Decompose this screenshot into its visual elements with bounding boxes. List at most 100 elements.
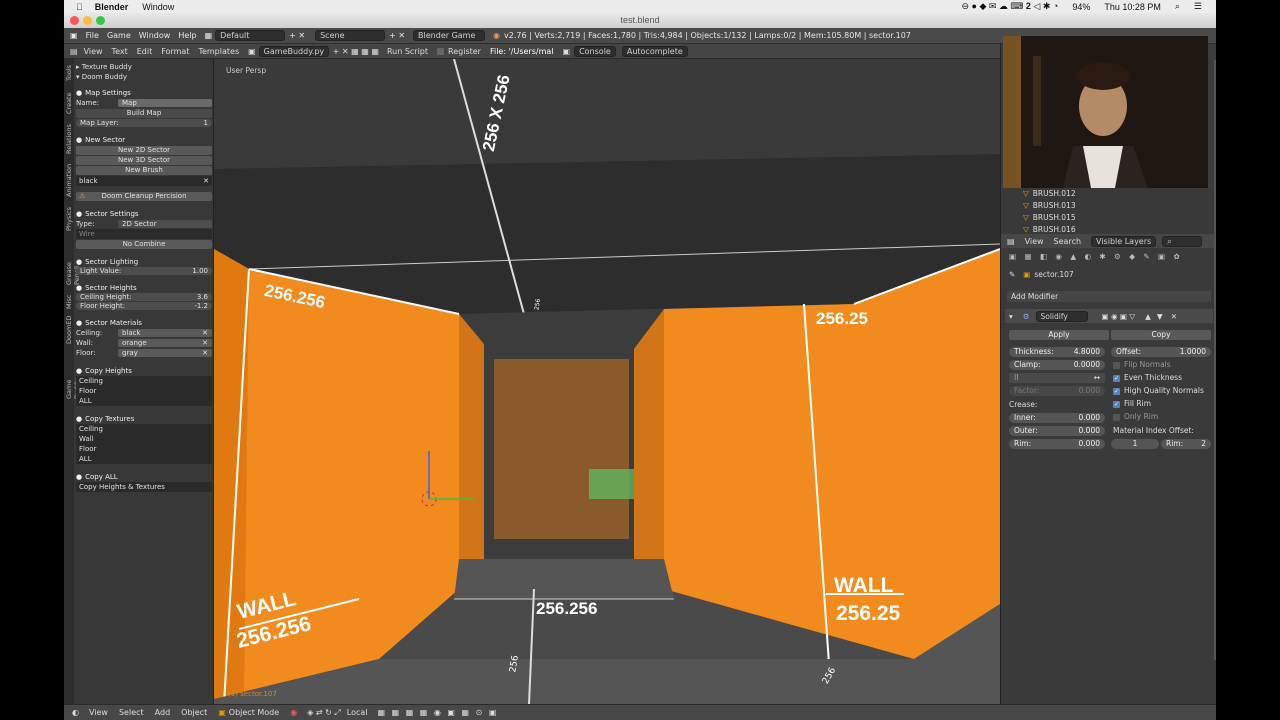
doom-cleanup-button[interactable]: ⚠ Doom Cleanup Percision	[76, 192, 212, 201]
material-offset-field[interactable]: 1	[1111, 439, 1159, 449]
local-selector[interactable]: Local	[347, 708, 368, 717]
tab-physics[interactable]: Physics	[65, 207, 73, 231]
clear-icon[interactable]: ✕	[203, 176, 209, 186]
sector-type-dropdown[interactable]: 2D Sector	[118, 220, 212, 228]
shading-icon[interactable]: ◉	[290, 708, 297, 717]
copy-textures-ceiling[interactable]: Ceiling	[76, 424, 212, 434]
add-scene-icon[interactable]: + ✕	[389, 31, 405, 40]
no-combine-toggle[interactable]: No Combine	[76, 240, 212, 249]
search-icon[interactable]: ⌕	[1175, 1, 1180, 12]
new-2d-sector-button[interactable]: New 2D Sector	[76, 146, 212, 155]
zoom-window-button[interactable]	[96, 16, 105, 25]
map-name-field[interactable]: Map	[118, 99, 212, 107]
outliner-search-field[interactable]: ⌕	[1162, 235, 1203, 247]
apple-icon[interactable]: 	[76, 2, 83, 12]
even-thickness-checkbox[interactable]: ✓ Even Thickness	[1113, 373, 1182, 383]
outliner-row[interactable]: ▽ BRUSH.012	[1001, 188, 1216, 200]
menu-templates[interactable]: Templates	[198, 47, 239, 56]
material-offset-rim-field[interactable]: Rim: 2	[1161, 439, 1211, 449]
copy-textures-floor[interactable]: Floor	[76, 444, 212, 454]
tab-doomed[interactable]: DoomED	[65, 316, 73, 344]
tab-misc[interactable]: Misc	[65, 295, 73, 309]
outliner-row[interactable]: ▽ BRUSH.015	[1001, 212, 1216, 224]
add-modifier-button[interactable]: Add Modifier	[1007, 291, 1211, 302]
console-button[interactable]: Console	[574, 45, 616, 57]
ceiling-height-field[interactable]: Ceiling Height: 3.6	[76, 293, 212, 301]
menu-text[interactable]: Text	[112, 47, 128, 56]
menu-help[interactable]: Help	[178, 31, 196, 40]
modifier-name-field[interactable]: Solidify	[1035, 310, 1088, 322]
copy-heights-all[interactable]: ALL	[76, 396, 212, 406]
outliner-row[interactable]: ▽ BRUSH.013	[1001, 200, 1216, 212]
pin-icon[interactable]: ✎	[1009, 270, 1015, 279]
wire-field[interactable]: Wire	[76, 229, 212, 239]
tab-tools[interactable]: Tools	[65, 65, 73, 81]
property-tabs[interactable]: ▣ ▦ ◧ ◉ ▲ ◐ ✱ ⚙ ◆ ✎ ▣ ✿	[1009, 252, 1183, 261]
menu-add[interactable]: Add	[155, 708, 171, 717]
floor-material-field[interactable]: gray ✕	[118, 349, 212, 357]
ceiling-material-field[interactable]: black ✕	[118, 329, 212, 337]
register-checkbox[interactable]	[437, 47, 445, 55]
wall-material-field[interactable]: orange ✕	[118, 339, 212, 347]
crease-rim-field[interactable]: Rim: 0.000	[1009, 439, 1105, 449]
remove-modifier-icon[interactable]: ✕	[1171, 312, 1177, 321]
menu-format[interactable]: Format	[161, 47, 189, 56]
engine-selector[interactable]: Blender Game	[413, 30, 486, 41]
tab-relations[interactable]: Relations	[65, 124, 73, 154]
only-rim-checkbox[interactable]: Only Rim	[1113, 412, 1158, 422]
light-value-field[interactable]: Light Value: 1.00	[76, 267, 212, 275]
move-up-icon[interactable]: ▲	[1145, 312, 1151, 321]
new-3d-sector-button[interactable]: New 3D Sector	[76, 156, 212, 165]
floor-height-field[interactable]: Floor Height: -1.2	[76, 302, 212, 310]
text-file-actions[interactable]: + ✕ ▦ ▦ ▦	[333, 47, 379, 56]
crease-inner-field[interactable]: Inner: 0.000	[1009, 413, 1105, 423]
menu-game[interactable]: Game	[107, 31, 131, 40]
vertex-group-field[interactable]: ⁝⁝ ↔	[1009, 373, 1105, 383]
high-quality-normals-checkbox[interactable]: ✓ High Quality Normals	[1113, 386, 1204, 396]
text-file-selector[interactable]: GameBuddy.py	[258, 45, 329, 57]
window-menu[interactable]: Window	[142, 2, 174, 12]
copy-heights-ceiling[interactable]: Ceiling	[76, 376, 212, 386]
scene-selector[interactable]: Scene	[315, 30, 386, 41]
close-window-button[interactable]	[70, 16, 79, 25]
menu-view[interactable]: View	[84, 47, 103, 56]
offset-field[interactable]: Offset: 1.0000	[1111, 347, 1211, 357]
3d-viewport[interactable]: User Persp 256 X 256 256.256 256.25 256.…	[214, 59, 1000, 704]
crease-outer-field[interactable]: Outer: 0.000	[1009, 426, 1105, 436]
copy-textures-all[interactable]: ALL	[76, 454, 212, 464]
layer-buttons[interactable]: ▦ ▦ ▦ ▦ ◉ ▣ ▦ ⊙ ▣	[378, 708, 499, 717]
run-script-button[interactable]: Run Script	[387, 47, 428, 56]
menu-window[interactable]: Window	[139, 31, 171, 40]
outliner-row[interactable]: ▽ BRUSH.016	[1001, 224, 1216, 232]
copy-button[interactable]: Copy	[1111, 330, 1211, 340]
minimize-window-button[interactable]	[83, 16, 92, 25]
clear-icon[interactable]: ✕	[202, 329, 208, 337]
copy-heights-floor[interactable]: Floor	[76, 386, 212, 396]
clear-icon[interactable]: ✕	[202, 349, 208, 357]
tab-create[interactable]: Create	[65, 92, 73, 114]
new-brush-button[interactable]: New Brush	[76, 166, 212, 175]
brush-material-field[interactable]: black ✕	[76, 176, 212, 186]
editor-type-icon[interactable]: ▤	[70, 47, 78, 56]
fill-rim-checkbox[interactable]: ✓ Fill Rim	[1113, 399, 1151, 409]
apply-button[interactable]: Apply	[1009, 330, 1109, 340]
editor-type-icon[interactable]: ◐	[72, 708, 79, 717]
menu-edit[interactable]: Edit	[137, 47, 153, 56]
clear-icon[interactable]: ✕	[202, 339, 208, 347]
thickness-field[interactable]: Thickness: 4.8000	[1009, 347, 1105, 357]
copy-textures-wall[interactable]: Wall	[76, 434, 212, 444]
menu-view[interactable]: View	[89, 708, 108, 717]
autocomplete-button[interactable]: Autocomplete	[621, 45, 688, 57]
map-layer-field[interactable]: Map Layer: 1	[76, 119, 212, 127]
move-down-icon[interactable]: ▼	[1157, 312, 1163, 321]
menu-select[interactable]: Select	[119, 708, 144, 717]
display-mode-dropdown[interactable]: Visible Layers	[1091, 235, 1157, 247]
factor-field[interactable]: Factor: 0.000	[1009, 386, 1105, 396]
doom-buddy-header[interactable]: ▾ Doom Buddy	[76, 72, 212, 82]
build-map-button[interactable]: Build Map	[76, 109, 212, 118]
selected-object[interactable]	[589, 469, 634, 499]
menu-view[interactable]: View	[1025, 237, 1044, 246]
menu-object[interactable]: Object	[181, 708, 207, 717]
clamp-field[interactable]: Clamp: 0.0000	[1009, 360, 1105, 370]
texture-buddy-header[interactable]: ▸ Texture Buddy	[76, 62, 212, 72]
